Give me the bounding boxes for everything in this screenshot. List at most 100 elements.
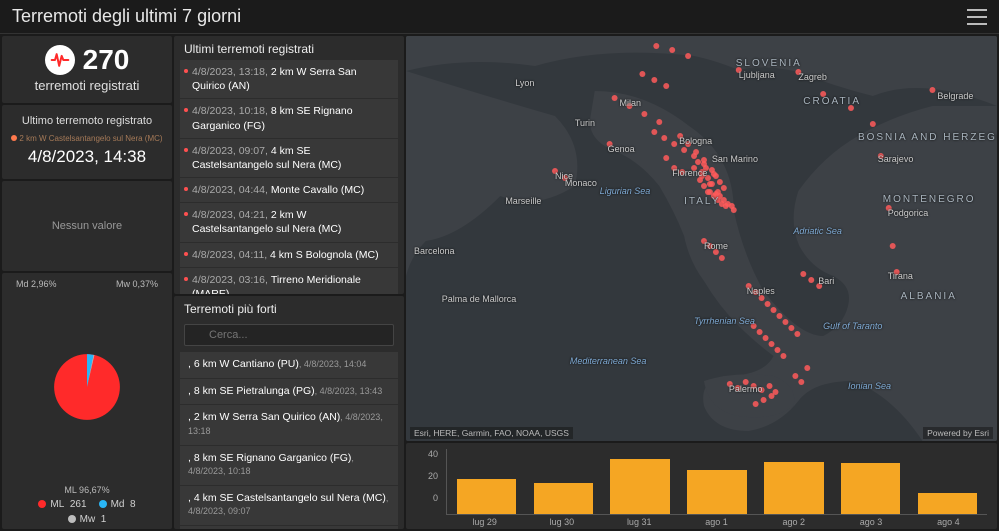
quake-point[interactable] xyxy=(685,53,691,59)
strongest-item[interactable]: , 8 km SE Pietralunga (PG), 4/8/2023, 13… xyxy=(180,379,398,406)
map-label: Palma de Mallorca xyxy=(442,294,517,304)
recent-item[interactable]: 4/8/2023, 04:21, 2 km W Castelsantangelo… xyxy=(180,203,398,242)
map-label: Belgrade xyxy=(937,91,973,101)
chart-xaxis: lug 29lug 30lug 31ago 1ago 2ago 3ago 4 xyxy=(416,515,987,527)
quake-point[interactable] xyxy=(753,401,759,407)
bar[interactable] xyxy=(841,463,901,514)
recent-item[interactable]: 4/8/2023, 03:16, Tirreno Meridionale (MA… xyxy=(180,268,398,294)
quake-point[interactable] xyxy=(775,347,781,353)
quake-point[interactable] xyxy=(731,207,737,213)
search-input[interactable] xyxy=(184,324,394,346)
map-label: BOSNIA AND HERZEGOVINA xyxy=(858,132,997,143)
quake-point[interactable] xyxy=(870,121,876,127)
recent-item[interactable]: 4/8/2023, 13:18, 2 km W Serra San Quiric… xyxy=(180,60,398,99)
quake-point[interactable] xyxy=(691,153,697,159)
bar[interactable] xyxy=(918,493,978,514)
quake-point[interactable] xyxy=(651,129,657,135)
recent-item[interactable]: 4/8/2023, 04:11, 4 km S Bolognola (MC) xyxy=(180,243,398,268)
map-label: Zagreb xyxy=(798,72,827,82)
ytick: 40 xyxy=(416,449,438,459)
map-attribution-left: Esri, HERE, Garmin, FAO, NOAA, USGS xyxy=(410,427,573,439)
strongest-list[interactable]: , 6 km W Cantiano (PU), 4/8/2023, 14:04,… xyxy=(174,352,404,529)
strongest-item[interactable]: , 6 km W Cantiano (PU), 4/8/2023, 14:04 xyxy=(180,352,398,379)
map-attribution-right: Powered by Esri xyxy=(923,427,993,439)
quake-point[interactable] xyxy=(769,341,775,347)
map-label: CROATIA xyxy=(803,96,861,107)
pie-chart[interactable] xyxy=(50,350,124,424)
pie-legend: ML 261 Md 8 xyxy=(8,499,166,510)
quake-point[interactable] xyxy=(780,353,786,359)
quake-point[interactable] xyxy=(804,365,810,371)
last-quake-card: Ultimo terremoto registrato 2 km W Caste… xyxy=(2,105,172,179)
legend-item[interactable]: Mw 1 xyxy=(68,514,107,525)
quake-point[interactable] xyxy=(800,271,806,277)
page-title: Terremoti degli ultimi 7 giorni xyxy=(12,6,241,27)
bar[interactable] xyxy=(610,459,670,514)
quake-point[interactable] xyxy=(794,331,800,337)
bar[interactable] xyxy=(687,470,747,514)
map-label: San Marino xyxy=(712,154,758,164)
quake-point[interactable] xyxy=(808,277,814,283)
quake-point[interactable] xyxy=(757,329,763,335)
strongest-item[interactable]: , Monte Cavallo (MC), 4/8/2023, 04:44 xyxy=(180,526,398,529)
quake-point[interactable] xyxy=(651,77,657,83)
quake-point[interactable] xyxy=(661,135,667,141)
strongest-item[interactable]: , 8 km SE Rignano Garganico (FG), 4/8/20… xyxy=(180,446,398,486)
quake-point[interactable] xyxy=(721,185,727,191)
quake-point[interactable] xyxy=(711,171,717,177)
quake-point[interactable] xyxy=(612,95,618,101)
bar-chart-card: 40200 lug 29lug 30lug 31ago 1ago 2ago 3a… xyxy=(406,443,997,529)
quake-point[interactable] xyxy=(641,111,647,117)
map[interactable]: LyonTurinMilanGenoaNiceMonacoMarseilleBo… xyxy=(406,36,997,441)
quake-point[interactable] xyxy=(769,393,775,399)
quake-point[interactable] xyxy=(656,119,662,125)
quake-point[interactable] xyxy=(681,147,687,153)
recent-item[interactable]: 4/8/2023, 04:44, Monte Cavallo (MC) xyxy=(180,178,398,203)
quake-point[interactable] xyxy=(798,379,804,385)
quake-point[interactable] xyxy=(709,181,715,187)
quake-point[interactable] xyxy=(782,319,788,325)
map-label: Florence xyxy=(672,168,707,178)
map-label: Bologna xyxy=(679,136,712,146)
strongest-item[interactable]: , 4 km SE Castelsantangelo sul Nera (MC)… xyxy=(180,486,398,526)
map-label: Genoa xyxy=(608,144,635,154)
quake-point[interactable] xyxy=(763,335,769,341)
xtick: lug 29 xyxy=(446,517,523,527)
quake-point[interactable] xyxy=(890,243,896,249)
quake-point[interactable] xyxy=(671,141,677,147)
empty-panel: Nessun valore xyxy=(2,181,172,271)
quake-point[interactable] xyxy=(663,83,669,89)
quake-point[interactable] xyxy=(929,87,935,93)
recent-item[interactable]: 4/8/2023, 10:18, 8 km SE Rignano Gargani… xyxy=(180,99,398,138)
bar-chart[interactable] xyxy=(446,449,987,515)
quake-point[interactable] xyxy=(669,47,675,53)
quake-point[interactable] xyxy=(792,373,798,379)
bar[interactable] xyxy=(534,483,594,514)
legend-item[interactable]: Md 8 xyxy=(99,499,136,510)
recent-item[interactable]: 4/8/2023, 09:07, 4 km SE Castelsantangel… xyxy=(180,139,398,178)
quake-point[interactable] xyxy=(653,43,659,49)
quake-point[interactable] xyxy=(663,155,669,161)
legend-item[interactable]: ML 261 xyxy=(38,499,86,510)
quake-point[interactable] xyxy=(761,397,767,403)
quake-point[interactable] xyxy=(717,179,723,185)
quake-point[interactable] xyxy=(788,325,794,331)
strongest-item[interactable]: , 2 km W Serra San Quirico (AN), 4/8/202… xyxy=(180,405,398,445)
quake-point[interactable] xyxy=(707,189,713,195)
map-canvas[interactable] xyxy=(406,36,997,441)
quake-point[interactable] xyxy=(765,301,771,307)
map-label: Ionian Sea xyxy=(848,381,891,391)
quake-point[interactable] xyxy=(639,71,645,77)
map-label: ITALY xyxy=(684,196,720,207)
count-card: 270 terremoti registrati xyxy=(2,36,172,103)
quake-point[interactable] xyxy=(701,183,707,189)
quake-point[interactable] xyxy=(767,383,773,389)
bar[interactable] xyxy=(457,479,517,514)
recent-list[interactable]: 4/8/2023, 13:18, 2 km W Serra San Quiric… xyxy=(174,60,404,294)
bar[interactable] xyxy=(764,462,824,514)
quake-point[interactable] xyxy=(771,307,777,313)
quake-point[interactable] xyxy=(719,255,725,261)
quake-point[interactable] xyxy=(695,159,701,165)
menu-icon[interactable] xyxy=(967,9,987,25)
quake-point[interactable] xyxy=(776,313,782,319)
